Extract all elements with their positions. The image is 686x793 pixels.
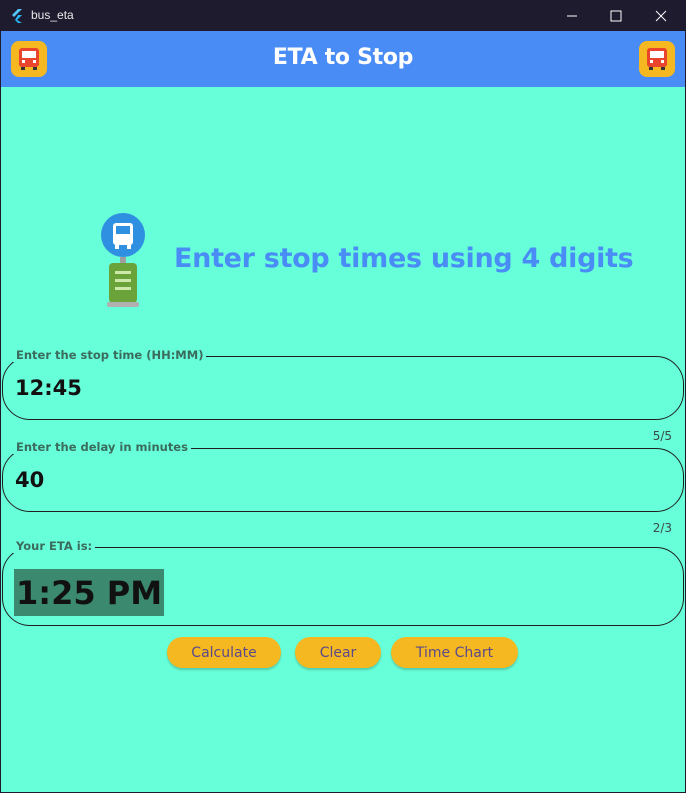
delay-counter: 2/3 bbox=[652, 521, 672, 535]
flutter-icon bbox=[10, 8, 24, 27]
delay-value[interactable]: 40 bbox=[15, 468, 44, 492]
eta-field[interactable]: Your ETA is: 1:25 PM bbox=[2, 539, 684, 626]
delay-field[interactable]: Enter the delay in minutes 40 bbox=[2, 440, 684, 512]
app-title: ETA to Stop bbox=[272, 45, 414, 70]
eta-label: Your ETA is: bbox=[13, 539, 96, 553]
delay-label: Enter the delay in minutes bbox=[13, 440, 191, 454]
window-titlebar: bus_eta bbox=[0, 0, 686, 31]
bus-icon[interactable] bbox=[639, 41, 675, 77]
bus-stop-icon bbox=[99, 213, 149, 313]
eta-highlight: 1:25 PM bbox=[14, 569, 165, 616]
stop-time-value[interactable]: 12:45 bbox=[15, 376, 82, 400]
eta-value[interactable]: 1:25 PM bbox=[16, 574, 162, 612]
close-button[interactable] bbox=[638, 0, 684, 31]
time-chart-button[interactable]: Time Chart bbox=[391, 637, 518, 668]
instruction-heading: Enter stop times using 4 digits bbox=[174, 243, 634, 274]
clear-button[interactable]: Clear bbox=[295, 637, 381, 668]
minimize-button[interactable] bbox=[549, 0, 595, 31]
app-bar: ETA to Stop bbox=[1, 31, 685, 87]
stop-time-counter: 5/5 bbox=[652, 429, 672, 443]
calculate-button[interactable]: Calculate bbox=[167, 637, 281, 668]
window-title: bus_eta bbox=[31, 8, 74, 22]
stop-time-field[interactable]: Enter the stop time (HH:MM) 12:45 bbox=[2, 348, 684, 420]
maximize-button[interactable] bbox=[593, 0, 639, 31]
main-content: Enter stop times using 4 digits Enter th… bbox=[1, 87, 685, 792]
stop-time-label: Enter the stop time (HH:MM) bbox=[13, 348, 207, 362]
